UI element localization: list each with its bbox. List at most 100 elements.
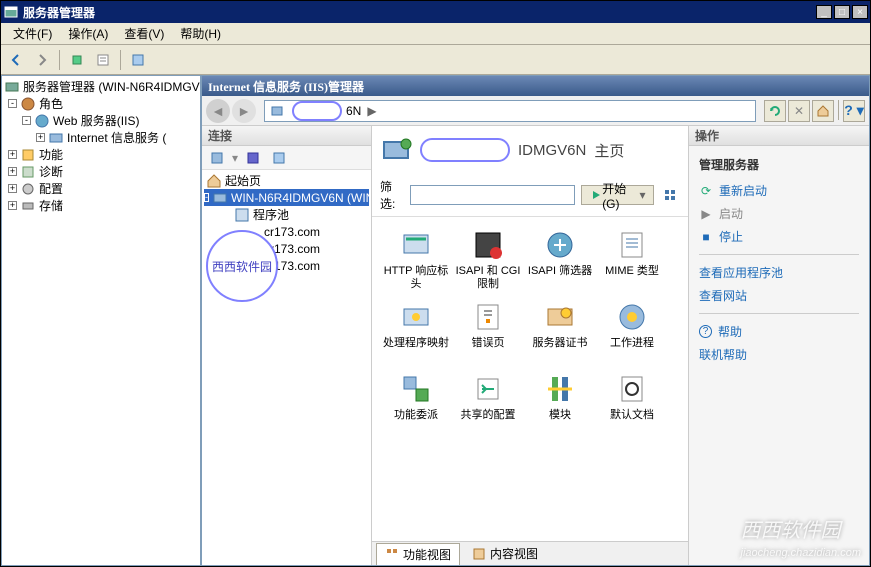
conn-start-page[interactable]: 起始页 — [204, 172, 369, 189]
connections-tree[interactable]: 起始页 - WIN-N6R4IDMGV6N (WIN 程序池 cr1 — [202, 170, 371, 565]
forward-button[interactable] — [31, 49, 53, 71]
conn-server[interactable]: - WIN-N6R4IDMGV6N (WIN — [204, 189, 369, 206]
feature-icon — [400, 373, 432, 405]
separator — [699, 313, 859, 314]
maximize-button[interactable]: □ — [834, 5, 850, 19]
feature-icon — [400, 301, 432, 333]
tree-storage[interactable]: + 存储 — [4, 197, 198, 214]
feature-item[interactable]: 服务器证书 — [524, 297, 596, 369]
title-bar: 服务器管理器 _ □ × — [1, 1, 870, 23]
filter-start-button[interactable]: 开始(G) ▾ — [581, 185, 655, 205]
features-view-tab[interactable]: 功能视图 — [376, 543, 460, 565]
feature-item[interactable]: 共享的配置 — [452, 369, 524, 441]
action-label: 查看应用程序池 — [699, 264, 783, 281]
feature-item[interactable]: 模块 — [524, 369, 596, 441]
redaction-cloud — [420, 138, 510, 162]
address-bar[interactable]: 6N ▶ — [264, 100, 756, 122]
action-online-help[interactable]: 联机帮助 — [699, 343, 859, 366]
properties-button[interactable] — [92, 49, 114, 71]
collapse-icon[interactable]: - — [22, 116, 31, 125]
tree-root[interactable]: 服务器管理器 (WIN-N6R4IDMGV6 — [4, 78, 198, 95]
action-view-sites[interactable]: 查看网站 — [699, 284, 859, 307]
stop-nav-button[interactable]: ✕ — [788, 100, 810, 122]
content-view-icon — [472, 547, 486, 561]
expand-icon[interactable]: + — [8, 201, 17, 210]
conn-save-button[interactable] — [242, 147, 264, 169]
diag-icon — [20, 164, 36, 180]
tree-iis[interactable]: + Internet 信息服务 ( — [4, 129, 198, 146]
conn-label: r173.com — [270, 242, 320, 256]
tree-config[interactable]: + 配置 — [4, 180, 198, 197]
expand-icon[interactable]: + — [8, 150, 17, 159]
feature-item[interactable]: 处理程序映射 — [380, 297, 452, 369]
iis-title-bar: Internet 信息服务 (IIS)管理器 — [202, 76, 869, 96]
breadcrumb-arrow-icon: ▶ — [367, 104, 376, 118]
actions-panel: 操作 管理服务器 ⟳ 重新启动 ▶ 启动 ■ 停止 — [689, 126, 869, 565]
expand-icon[interactable]: + — [8, 167, 17, 176]
content-view-tab[interactable]: 内容视图 — [464, 543, 546, 564]
redaction-cloud — [292, 101, 342, 121]
breadcrumb-server: 6N — [346, 104, 361, 118]
feature-item[interactable]: 功能委派 — [380, 369, 452, 441]
collapse-icon[interactable]: - — [8, 99, 17, 108]
menu-view[interactable]: 查看(V) — [116, 23, 172, 44]
feature-item[interactable]: 错误页 — [452, 297, 524, 369]
feature-icon — [472, 229, 504, 261]
feature-item[interactable]: 默认文档 — [596, 369, 668, 441]
conn-up-button[interactable] — [268, 147, 290, 169]
feature-icon — [616, 229, 648, 261]
help-button[interactable] — [127, 49, 149, 71]
feature-item[interactable]: HTTP 响应标头 — [380, 225, 452, 297]
conn-site[interactable]: cr173.com — [204, 257, 369, 274]
feature-label: 功能委派 — [394, 409, 438, 422]
feature-item[interactable]: MIME 类型 — [596, 225, 668, 297]
server-icon — [212, 190, 228, 206]
feature-label: MIME 类型 — [605, 265, 659, 278]
left-tree[interactable]: 服务器管理器 (WIN-N6R4IDMGV6 - 角色 - Web 服务器(II… — [1, 75, 201, 566]
nav-forward-button[interactable]: ► — [232, 99, 256, 123]
collapse-icon[interactable]: - — [204, 193, 209, 202]
conn-site[interactable]: r173.com — [204, 240, 369, 257]
action-stop[interactable]: ■ 停止 — [699, 225, 859, 248]
action-view-app-pools[interactable]: 查看应用程序池 — [699, 261, 859, 284]
connections-header: 连接 — [202, 126, 371, 146]
feature-item[interactable]: 工作进程 — [596, 297, 668, 369]
feature-label: 共享的配置 — [461, 409, 516, 422]
tree-features[interactable]: + 功能 — [4, 146, 198, 163]
feature-label: 默认文档 — [610, 409, 654, 422]
tree-roles[interactable]: - 角色 — [4, 95, 198, 112]
conn-add-button[interactable] — [206, 147, 228, 169]
restart-icon: ⟳ — [699, 184, 713, 198]
minimize-button[interactable]: _ — [816, 5, 832, 19]
refresh-button[interactable] — [764, 100, 786, 122]
add-button[interactable] — [66, 49, 88, 71]
menu-file[interactable]: 文件(F) — [5, 23, 60, 44]
menu-action[interactable]: 操作(A) — [60, 23, 116, 44]
tree-web-server[interactable]: - Web 服务器(IIS) — [4, 112, 198, 129]
dropdown-icon[interactable]: ▾ — [232, 151, 238, 165]
action-help[interactable]: ? 帮助 — [699, 320, 859, 343]
features-grid: HTTP 响应标头ISAPI 和 CGI 限制ISAPI 筛选器 MIME 类型处… — [372, 217, 688, 541]
feature-item[interactable]: ISAPI 和 CGI 限制 — [452, 225, 524, 297]
action-label: 重新启动 — [719, 182, 767, 199]
action-label: 启动 — [719, 205, 743, 222]
nav-back-button[interactable]: ◄ — [206, 99, 230, 123]
help-dropdown-button[interactable]: ? ▾ — [843, 100, 865, 122]
home-nav-button[interactable] — [812, 100, 834, 122]
feature-item[interactable]: ISAPI 筛选器 — [524, 225, 596, 297]
expand-icon[interactable]: + — [36, 133, 45, 142]
tree-diag[interactable]: + 诊断 — [4, 163, 198, 180]
action-restart[interactable]: ⟳ 重新启动 — [699, 179, 859, 202]
conn-site[interactable]: cr173.com — [204, 223, 369, 240]
action-start[interactable]: ▶ 启动 — [699, 202, 859, 225]
back-button[interactable] — [5, 49, 27, 71]
conn-app-pools[interactable]: 程序池 — [204, 206, 369, 223]
expand-icon[interactable]: + — [8, 184, 17, 193]
filter-input[interactable] — [410, 185, 575, 205]
feature-icon — [544, 229, 576, 261]
view-mode-button[interactable] — [660, 184, 680, 206]
home-icon — [206, 173, 222, 189]
action-label: 联机帮助 — [699, 346, 747, 363]
close-button[interactable]: × — [852, 5, 868, 19]
menu-help[interactable]: 帮助(H) — [172, 23, 229, 44]
